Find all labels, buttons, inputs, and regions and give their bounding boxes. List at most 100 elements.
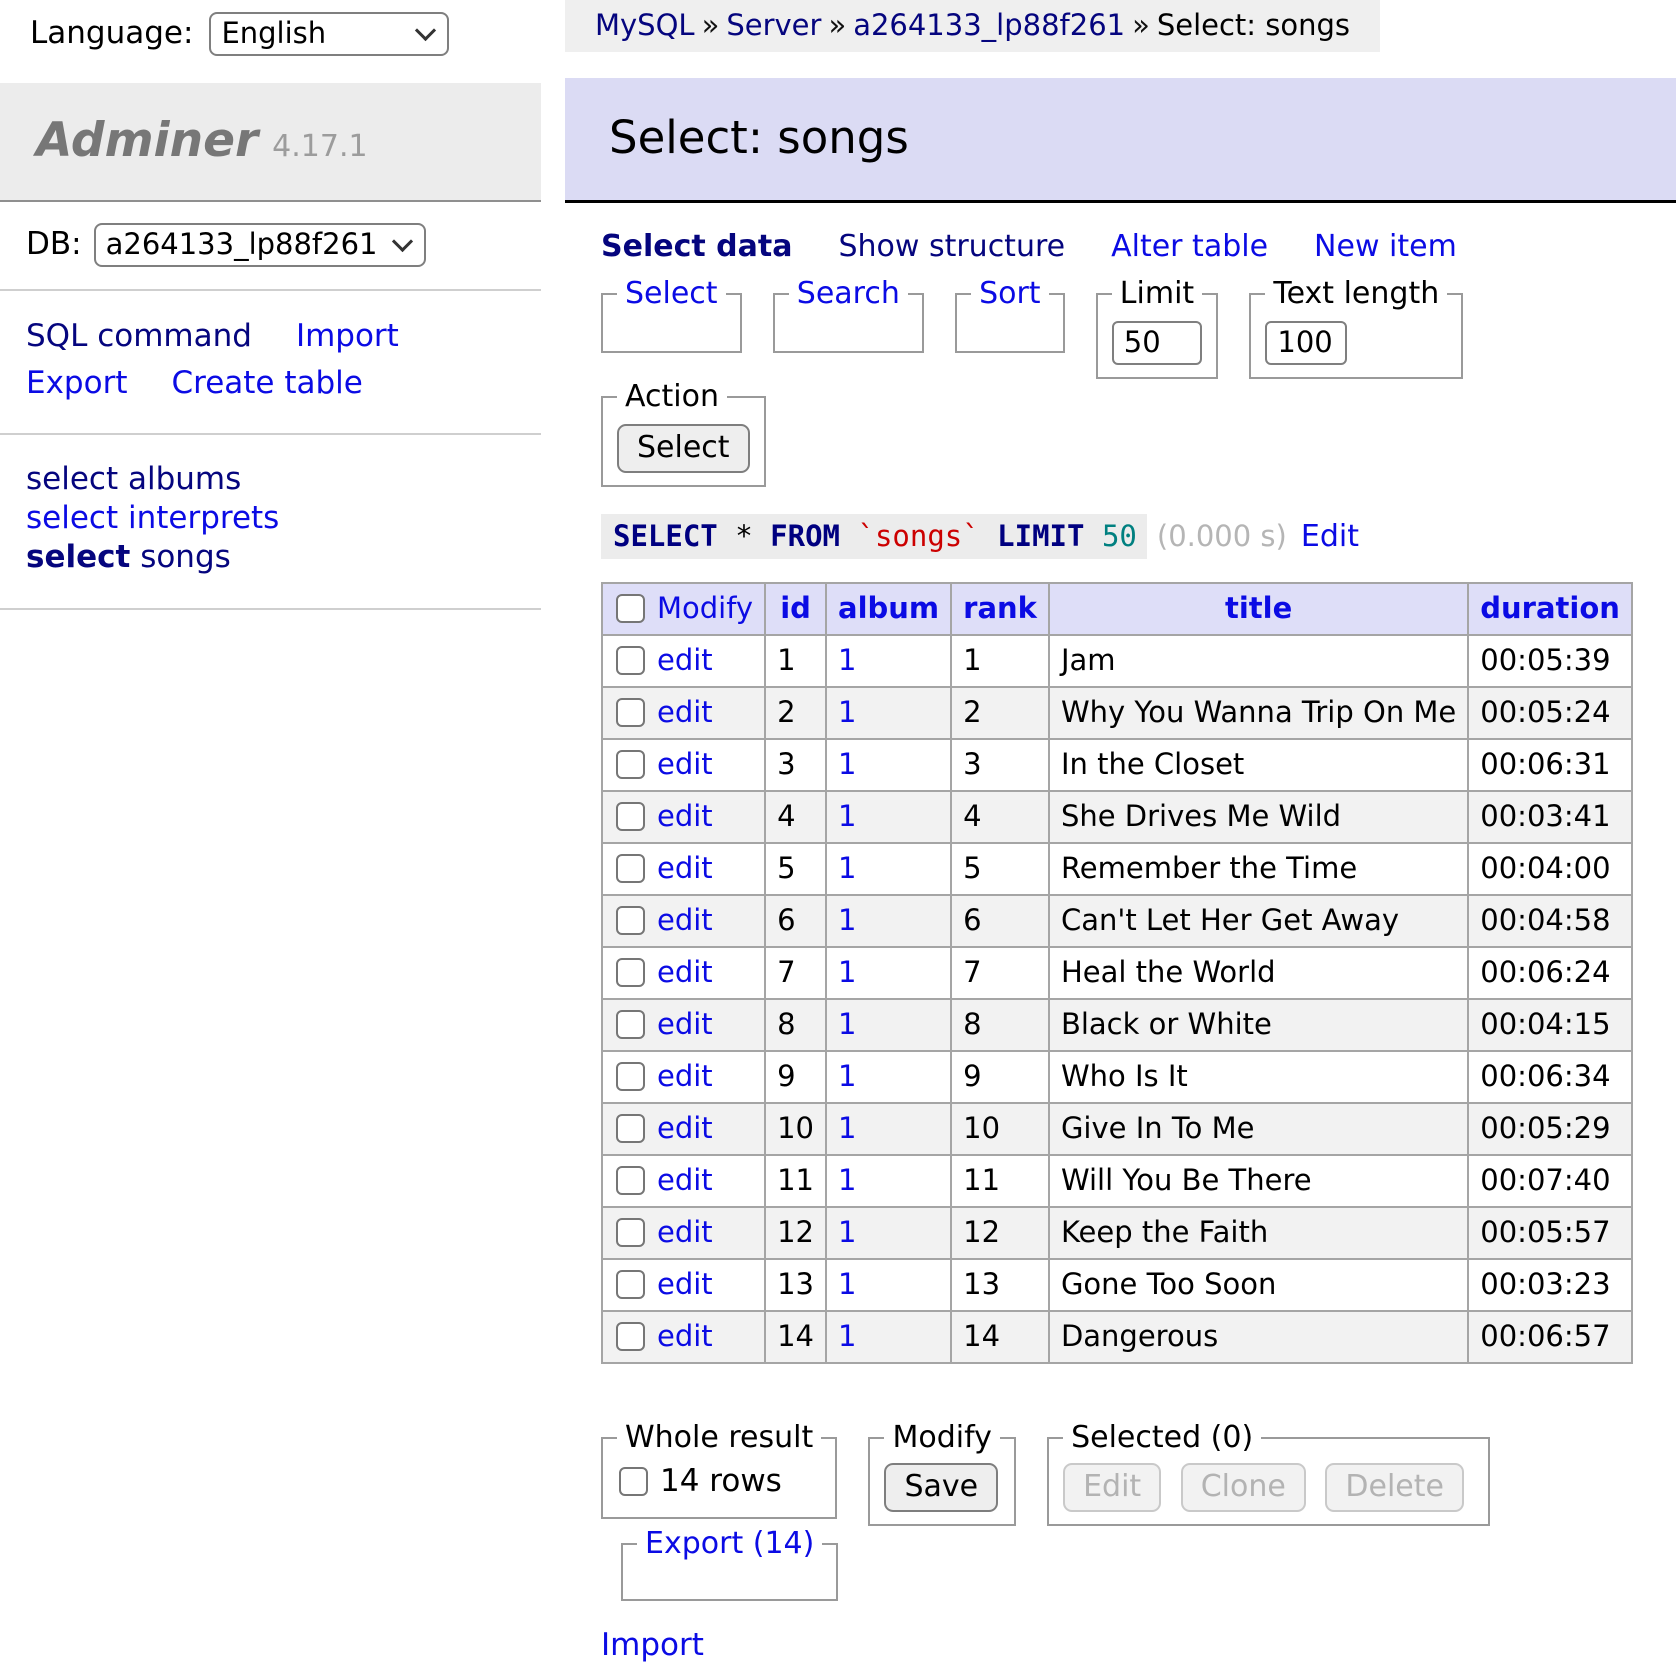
modify-cell: edit (602, 1259, 765, 1311)
edit-link[interactable]: edit (657, 799, 713, 833)
language-select[interactable]: English (209, 12, 449, 56)
edit-link[interactable]: edit (657, 1319, 713, 1353)
header-rank: rank (951, 583, 1049, 635)
clone-selected-button[interactable]: Clone (1181, 1463, 1306, 1512)
delete-selected-button[interactable]: Delete (1325, 1463, 1464, 1512)
limit-input[interactable] (1112, 321, 1202, 365)
album-value-link[interactable]: 1 (838, 747, 856, 781)
modify-header-link[interactable]: Modify (657, 591, 753, 625)
sql-keyword-select: SELECT (613, 519, 718, 553)
edit-link[interactable]: edit (657, 1215, 713, 1249)
row-checkbox[interactable] (616, 1010, 645, 1039)
row-checkbox[interactable] (616, 1270, 645, 1299)
row-checkbox[interactable] (616, 1322, 645, 1351)
cell-album: 1 (826, 687, 951, 739)
album-sort-link[interactable]: album (838, 591, 939, 625)
edit-link[interactable]: edit (657, 1267, 713, 1301)
edit-link[interactable]: edit (657, 851, 713, 885)
rank-sort-link[interactable]: rank (963, 591, 1037, 625)
db-select[interactable]: a264133_lp88f261 (94, 223, 426, 267)
album-value-link[interactable]: 1 (838, 1007, 856, 1041)
export-link[interactable]: Export (14) (645, 1526, 814, 1561)
title-sort-link[interactable]: title (1225, 591, 1292, 625)
select-songs-link[interactable]: select (26, 539, 130, 575)
album-value-link[interactable]: 1 (838, 695, 856, 729)
id-sort-link[interactable]: id (780, 591, 811, 625)
breadcrumb-server-link[interactable]: Server (726, 8, 821, 42)
select-all-checkbox[interactable] (616, 594, 645, 623)
tab-select-data[interactable]: Select data (601, 229, 792, 264)
sidebar-link-sql-command[interactable]: SQL command (26, 318, 252, 354)
edit-selected-button[interactable]: Edit (1063, 1463, 1161, 1512)
row-checkbox[interactable] (616, 698, 645, 727)
header-title: title (1049, 583, 1468, 635)
row-checkbox[interactable] (616, 1114, 645, 1143)
edit-link[interactable]: edit (657, 643, 713, 677)
interprets-table-link[interactable]: interprets (128, 500, 279, 536)
select-submit-button[interactable]: Select (617, 424, 750, 473)
album-value-link[interactable]: 1 (838, 799, 856, 833)
sidebar-link-export[interactable]: Export (26, 365, 127, 401)
tab-alter-table[interactable]: Alter table (1111, 229, 1268, 264)
sort-fieldset-link[interactable]: Sort (979, 276, 1041, 311)
row-checkbox[interactable] (616, 1166, 645, 1195)
select-interprets-link[interactable]: select (26, 500, 118, 536)
sidebar-link-import[interactable]: Import (296, 318, 399, 354)
album-value-link[interactable]: 1 (838, 1111, 856, 1145)
edit-link[interactable]: edit (657, 955, 713, 989)
edit-link[interactable]: edit (657, 1163, 713, 1197)
cell-rank: 1 (951, 635, 1049, 687)
album-value-link[interactable]: 1 (838, 903, 856, 937)
sidebar-link-create-table[interactable]: Create table (171, 365, 362, 401)
import-link[interactable]: Import (601, 1627, 704, 1663)
edit-link[interactable]: edit (657, 747, 713, 781)
export-fieldset-body (637, 1563, 822, 1587)
breadcrumb-db-link[interactable]: a264133_lp88f261 (853, 8, 1125, 42)
duration-sort-link[interactable]: duration (1480, 591, 1620, 625)
album-value-link[interactable]: 1 (838, 1059, 856, 1093)
modify-legend: Modify (884, 1420, 999, 1455)
save-button[interactable]: Save (884, 1463, 998, 1512)
songs-table-link[interactable]: songs (140, 539, 231, 575)
row-checkbox[interactable] (616, 854, 645, 883)
search-fieldset-link[interactable]: Search (797, 276, 900, 311)
select-fieldset-link[interactable]: Select (625, 276, 718, 311)
tab-show-structure[interactable]: Show structure (838, 229, 1065, 264)
limit-legend: Limit (1112, 276, 1202, 311)
row-checkbox[interactable] (616, 906, 645, 935)
adminer-logo-link[interactable]: Adminer (36, 113, 258, 168)
album-value-link[interactable]: 1 (838, 955, 856, 989)
album-value-link[interactable]: 1 (838, 1319, 856, 1353)
table-header-row: Modify id album rank title duration (602, 583, 1632, 635)
album-value-link[interactable]: 1 (838, 1163, 856, 1197)
tab-new-item[interactable]: New item (1314, 229, 1457, 264)
album-value-link[interactable]: 1 (838, 1215, 856, 1249)
cell-title: Gone Too Soon (1049, 1259, 1468, 1311)
cell-album: 1 (826, 947, 951, 999)
cell-id: 1 (765, 635, 826, 687)
edit-link[interactable]: edit (657, 695, 713, 729)
sql-keyword-limit: LIMIT (997, 519, 1084, 553)
row-checkbox[interactable] (616, 1062, 645, 1091)
albums-table-link[interactable]: albums (128, 461, 241, 497)
album-value-link[interactable]: 1 (838, 1267, 856, 1301)
album-value-link[interactable]: 1 (838, 643, 856, 677)
edit-link[interactable]: edit (657, 1111, 713, 1145)
row-checkbox[interactable] (616, 646, 645, 675)
select-albums-link[interactable]: select (26, 461, 118, 497)
row-checkbox[interactable] (616, 802, 645, 831)
edit-link[interactable]: edit (657, 1059, 713, 1093)
language-label: Language: (30, 15, 193, 51)
modify-cell: edit (602, 895, 765, 947)
row-checkbox[interactable] (616, 1218, 645, 1247)
edit-link[interactable]: edit (657, 903, 713, 937)
row-checkbox[interactable] (616, 958, 645, 987)
row-checkbox[interactable] (616, 750, 645, 779)
whole-result-checkbox[interactable] (619, 1467, 648, 1496)
breadcrumb-mysql-link[interactable]: MySQL (595, 8, 695, 42)
search-fieldset-body (789, 313, 908, 339)
edit-link[interactable]: edit (657, 1007, 713, 1041)
album-value-link[interactable]: 1 (838, 851, 856, 885)
query-edit-link[interactable]: Edit (1301, 519, 1359, 554)
text-length-input[interactable] (1265, 321, 1347, 365)
